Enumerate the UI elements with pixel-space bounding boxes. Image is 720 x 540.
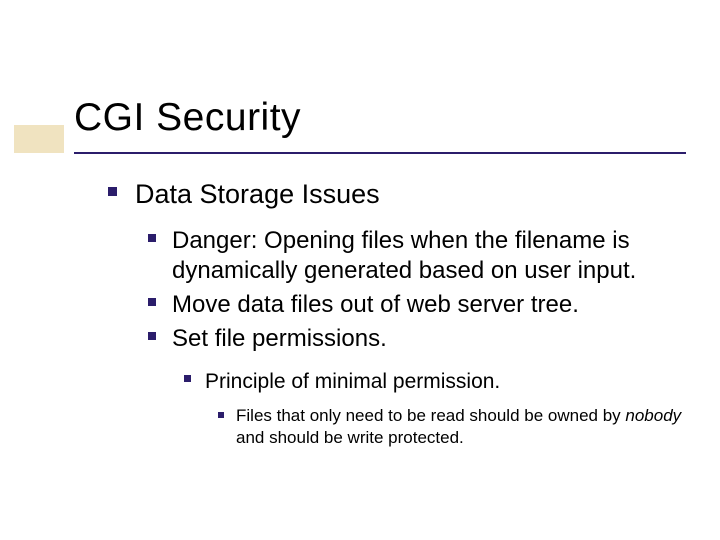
list-item: Principle of minimal permission. (184, 368, 690, 395)
list-item-label: Danger: Opening files when the filename … (172, 226, 690, 286)
list-item-label: Move data files out of web server tree. (172, 290, 579, 320)
title-underline (74, 152, 686, 154)
accent-block (14, 125, 64, 153)
slide-title: CGI Security (74, 96, 301, 140)
list-item-label: Principle of minimal permission. (205, 368, 500, 395)
list-item-label: Files that only need to be read should b… (236, 405, 690, 449)
text-run: and should be write protected. (236, 428, 464, 447)
sublist: Files that only need to be read should b… (218, 405, 690, 449)
sublist: Principle of minimal permission. Files t… (184, 368, 690, 449)
list-item-label: Set file permissions. (172, 324, 387, 354)
list-item: Data Storage Issues (108, 178, 690, 212)
list-item: Danger: Opening files when the filename … (148, 226, 690, 286)
emphasized-word: nobody (625, 406, 681, 425)
bullet-icon (108, 187, 117, 196)
bullet-icon (218, 412, 224, 418)
list-item: Files that only need to be read should b… (218, 405, 690, 449)
text-run: Files that only need to be read should b… (236, 406, 625, 425)
bullet-icon (148, 298, 156, 306)
bullet-icon (148, 332, 156, 340)
list-item: Move data files out of web server tree. (148, 290, 690, 320)
bullet-icon (184, 375, 191, 382)
list-item-label: Data Storage Issues (135, 178, 380, 212)
bullet-icon (148, 234, 156, 242)
list-item: Set file permissions. (148, 324, 690, 354)
slide: CGI Security Data Storage Issues Danger:… (0, 0, 720, 540)
sublist: Danger: Opening files when the filename … (148, 226, 690, 449)
slide-body: Data Storage Issues Danger: Opening file… (108, 178, 690, 449)
